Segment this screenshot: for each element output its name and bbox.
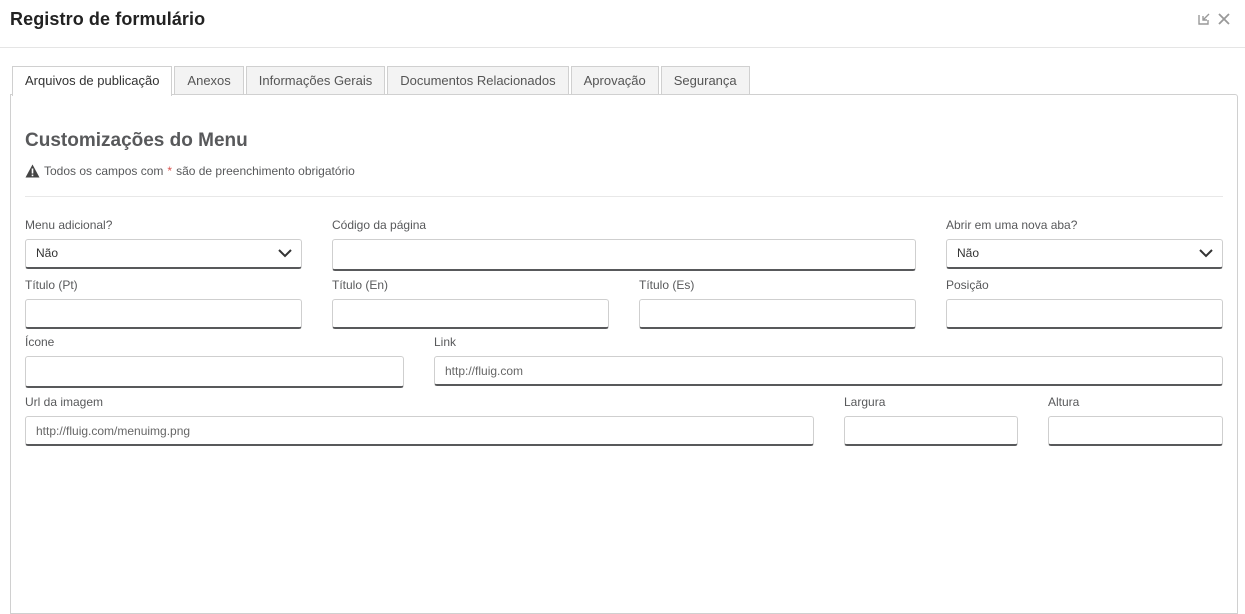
menu-adicional-value: Não: [36, 246, 59, 260]
link-label: Link: [434, 335, 457, 349]
required-notice: Todos os campos com * são de preenchimen…: [25, 164, 355, 178]
notice-text-before: Todos os campos com: [44, 164, 164, 178]
chevron-down-icon: [1199, 249, 1213, 258]
section-title: Customizações do Menu: [25, 130, 248, 151]
posicao-label: Posição: [946, 278, 989, 292]
link-input[interactable]: [434, 356, 1223, 386]
tab-aprovacao[interactable]: Aprovação: [570, 66, 659, 95]
tab-informacoes-gerais[interactable]: Informações Gerais: [245, 66, 386, 95]
altura-input[interactable]: [1048, 416, 1223, 446]
icone-label: Ícone: [25, 335, 55, 349]
abrir-nova-aba-value: Não: [957, 246, 980, 260]
menu-adicional-select[interactable]: Não: [25, 239, 302, 269]
minimize-icon[interactable]: [1196, 11, 1212, 27]
icone-input[interactable]: [25, 356, 404, 388]
modal-header: Registro de formulário: [0, 0, 1245, 48]
abrir-nova-aba-select[interactable]: Não: [946, 239, 1223, 269]
modal-title: Registro de formulário: [10, 9, 206, 29]
warning-icon: [25, 164, 40, 178]
close-icon[interactable]: [1216, 11, 1232, 27]
tab-anexos[interactable]: Anexos: [174, 66, 244, 95]
titulo-pt-label: Título (Pt): [25, 278, 78, 292]
notice-text-after: são de preenchimento obrigatório: [176, 164, 355, 178]
chevron-down-icon: [278, 249, 292, 258]
menu-adicional-label: Menu adicional?: [25, 218, 113, 232]
header-actions: [1196, 11, 1232, 27]
tab-bar: Arquivos de publicação Anexos Informaçõe…: [12, 66, 752, 96]
largura-input[interactable]: [844, 416, 1018, 446]
titulo-en-label: Título (En): [332, 278, 389, 292]
divider: [25, 196, 1223, 197]
posicao-input[interactable]: [946, 299, 1223, 329]
url-imagem-label: Url da imagem: [25, 395, 104, 409]
url-imagem-input[interactable]: [25, 416, 814, 446]
titulo-es-label: Título (Es): [639, 278, 695, 292]
titulo-en-input[interactable]: [332, 299, 609, 329]
abrir-nova-aba-label: Abrir em uma nova aba?: [946, 218, 1078, 232]
required-mark: *: [167, 164, 173, 178]
titulo-pt-input[interactable]: [25, 299, 302, 329]
codigo-pagina-label: Código da página: [332, 218, 427, 232]
largura-label: Largura: [844, 395, 886, 409]
tab-arquivos-publicacao[interactable]: Arquivos de publicação: [12, 66, 173, 96]
altura-label: Altura: [1048, 395, 1080, 409]
tab-seguranca[interactable]: Segurança: [660, 66, 750, 95]
titulo-es-input[interactable]: [639, 299, 916, 329]
tab-documentos-relacionados[interactable]: Documentos Relacionados: [387, 66, 569, 95]
codigo-pagina-input[interactable]: [332, 239, 916, 271]
